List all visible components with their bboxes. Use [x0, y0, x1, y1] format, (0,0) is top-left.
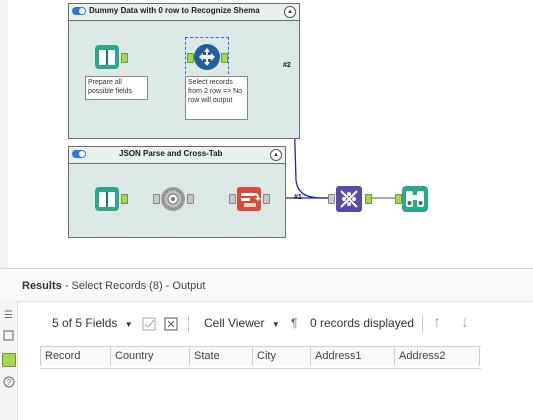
help-icon[interactable]: ?: [0, 376, 17, 393]
annotation-prepare-fields: Prepare all possible fields: [85, 76, 148, 100]
output-anchor[interactable]: [121, 194, 128, 204]
collapse-button[interactable]: ▲: [284, 6, 296, 18]
chevron-down-icon: ▼: [271, 320, 280, 329]
checkbox-icon[interactable]: [142, 317, 156, 334]
column-header[interactable]: State: [189, 347, 252, 366]
browse-tool[interactable]: [401, 185, 429, 213]
union-tool[interactable]: [335, 185, 363, 213]
deselect-icon[interactable]: [164, 317, 178, 334]
union-icon: [336, 186, 362, 212]
text-input-tool[interactable]: [93, 43, 121, 71]
input-anchor[interactable]: [328, 194, 335, 204]
cell-viewer-label: Cell Viewer: [204, 316, 265, 330]
fields-dropdown[interactable]: 5 of 5 Fields ▼: [52, 316, 133, 330]
metadata-icon-shape: [3, 330, 14, 341]
pilcrow-icon[interactable]: ¶: [291, 316, 297, 330]
results-grid-header: Record Country State City Address1 Addre…: [40, 346, 481, 369]
container-title: Dummy Data with 0 row to Recognize Shema: [89, 6, 260, 15]
column-header[interactable]: City: [252, 347, 310, 366]
wire-label-2: #2: [283, 62, 291, 69]
results-subtitle: - Select Records (8) - Output: [64, 280, 206, 292]
annotation-select-records: Select records from 2 row => No row will…: [185, 76, 248, 120]
column-header[interactable]: Record: [40, 347, 110, 366]
deselect-icon-shape: [164, 317, 178, 331]
output-anchor[interactable]: [187, 194, 194, 204]
crosstab-icon: [237, 187, 261, 211]
collapse-button[interactable]: ▲: [270, 149, 282, 161]
json-parse-icon: [161, 187, 185, 211]
output-anchor-icon[interactable]: [2, 353, 16, 367]
container-toggle[interactable]: [72, 150, 86, 158]
results-side-rail: ☰ ?: [0, 301, 18, 420]
text-input-icon: [95, 45, 119, 69]
list-view-icon[interactable]: ☰: [0, 307, 17, 324]
cell-viewer-dropdown[interactable]: Cell Viewer ▼: [204, 316, 280, 330]
chevron-down-icon: ▼: [124, 320, 133, 329]
records-displayed: 0 records displayed: [310, 316, 415, 330]
container-title: JSON Parse and Cross-Tab: [119, 149, 223, 158]
container-header[interactable]: JSON Parse and Cross-Tab ▲: [69, 147, 285, 164]
results-toolbar: 5 of 5 Fields ▼ Cell Viewer ▼ ¶ 0 record…: [40, 308, 533, 340]
select-records-icon: [194, 44, 220, 70]
toolbar-divider: [422, 315, 423, 333]
crosstab-tool[interactable]: [235, 185, 263, 213]
column-header[interactable]: Address2: [394, 347, 480, 366]
column-header[interactable]: Address1: [310, 347, 394, 366]
arrow-up-icon[interactable]: ↑: [433, 314, 441, 332]
output-anchor[interactable]: [263, 194, 270, 204]
text-input-icon: [95, 187, 119, 211]
results-title: Results - Select Records (8) - Output: [22, 280, 205, 292]
results-label: Results: [22, 280, 62, 292]
toolbar-divider: [188, 315, 189, 333]
fields-label: 5 of 5 Fields: [52, 316, 118, 330]
arrow-down-icon[interactable]: ↓: [461, 314, 469, 332]
json-parse-tool[interactable]: [159, 185, 187, 213]
results-header: Results - Select Records (8) - Output: [0, 268, 533, 302]
workflow-canvas[interactable]: Dummy Data with 0 row to Recognize Shema…: [0, 0, 533, 268]
checkbox-icon-shape: [142, 317, 156, 331]
text-input-tool[interactable]: [93, 185, 121, 213]
output-anchor[interactable]: [365, 194, 372, 204]
output-anchor[interactable]: [221, 53, 228, 63]
output-anchor[interactable]: [121, 53, 128, 63]
column-header[interactable]: Country: [110, 347, 189, 366]
help-icon-shape: ?: [3, 376, 14, 388]
select-records-tool[interactable]: [193, 43, 221, 71]
container-toggle[interactable]: [72, 7, 86, 15]
container-header[interactable]: Dummy Data with 0 row to Recognize Shema…: [69, 4, 299, 21]
browse-binoculars-icon: [402, 186, 428, 212]
svg-text:?: ?: [6, 378, 11, 387]
wire-label-1: #1: [294, 194, 302, 201]
metadata-icon[interactable]: [0, 330, 17, 347]
